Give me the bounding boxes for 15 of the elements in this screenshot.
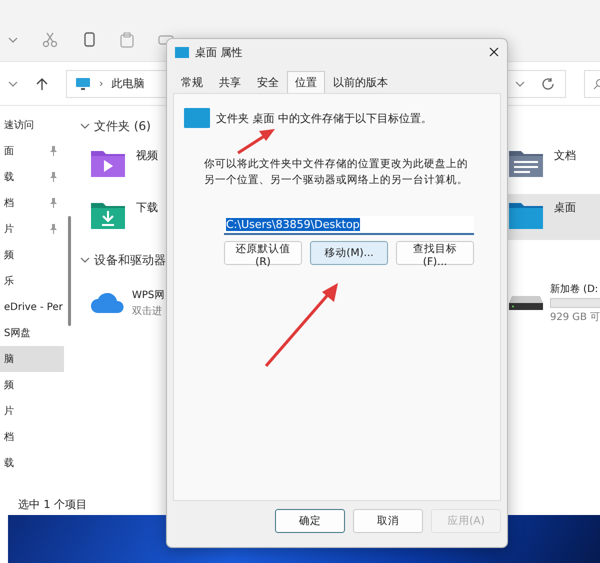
folder-name: 下载 [136,200,158,215]
info-text: 文件夹 桌面 中的文件存储于以下目标位置。 [216,110,432,126]
folder-name: 桌面 [554,200,576,215]
drive-detail: 929 GB 可 [550,311,600,324]
folder-name: 视频 [136,148,158,163]
description-text: 你可以将此文件夹中文件存储的位置更改为此硬盘上的另一个位置、另一个驱动器或网络上的另一台计算机。 [204,157,469,188]
section-title: 设备和驱动器 [94,252,166,268]
dialog-title: 桌面 属性 [195,44,242,60]
folder-name: 文档 [554,148,576,163]
drive-name: WPS网 [132,289,164,302]
status-text: 选中 1 个项目 [17,497,88,513]
breadcrumb-separator: › [99,77,104,90]
drive-name: 新加卷 (D: [550,282,600,296]
section-title: 文件夹 (6) [94,118,151,134]
drive-detail: 双击进 [132,304,163,318]
